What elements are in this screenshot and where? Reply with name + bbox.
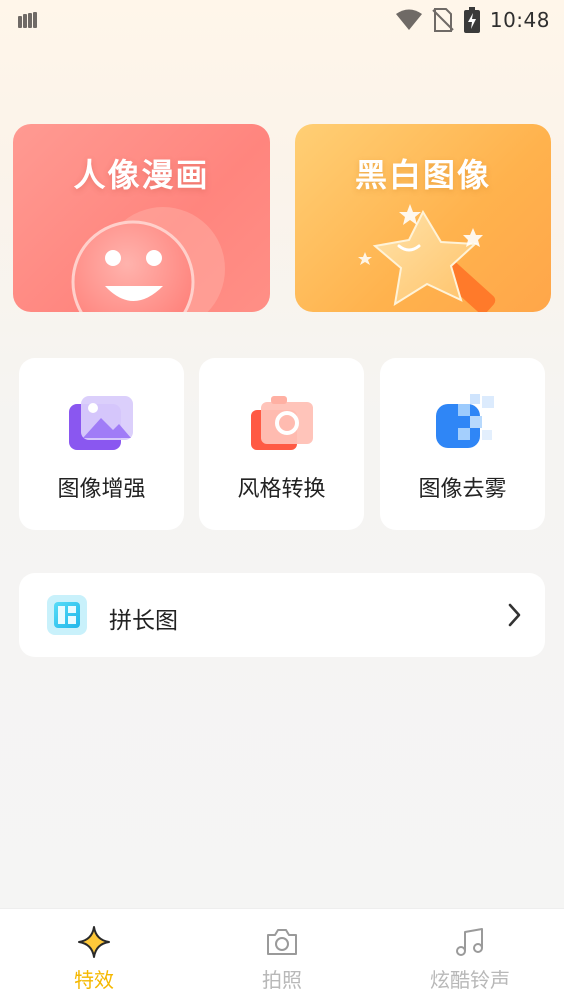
black-white-title: 黑白图像: [354, 156, 491, 194]
portrait-comic-title: 人像漫画: [73, 156, 210, 194]
nav-effects[interactable]: 特效: [0, 909, 188, 1002]
collage-icon: [47, 595, 87, 635]
wifi-icon: [395, 9, 422, 30]
image-enhance-tile[interactable]: 图像增强: [19, 358, 184, 530]
camera-style-icon: [250, 396, 313, 450]
long-image-label: 拼长图: [109, 608, 178, 634]
nav-photo-label: 拍照: [262, 968, 302, 992]
nav-effects-label: 特效: [74, 968, 114, 992]
nav-ringtones[interactable]: 炫酷铃声: [376, 909, 564, 1002]
image-enhance-icon: [68, 396, 133, 450]
portrait-comic-card[interactable]: 人像漫画: [13, 124, 270, 312]
image-enhance-label: 图像增强: [57, 477, 146, 502]
sim-card-icon: [18, 12, 38, 28]
dehaze-icon: [435, 394, 494, 448]
battery-charging-icon: [463, 7, 480, 33]
style-transfer-tile[interactable]: 风格转换: [199, 358, 364, 530]
bottom-nav: 特效 拍照 炫酷铃声: [0, 908, 564, 1002]
status-time: 10:48: [489, 8, 550, 32]
style-transfer-label: 风格转换: [237, 477, 326, 502]
image-dehaze-tile[interactable]: 图像去雾: [380, 358, 545, 530]
nav-ringtones-label: 炫酷铃声: [430, 968, 510, 992]
camera-icon: [267, 929, 297, 955]
black-white-card[interactable]: 黑白图像: [295, 124, 551, 312]
long-image-row[interactable]: 拼长图: [19, 573, 545, 657]
status-bar: 10:48: [0, 0, 564, 40]
chevron-right-icon: [508, 603, 521, 627]
music-note-icon: [456, 928, 483, 956]
no-sim-icon: [432, 8, 454, 32]
image-dehaze-label: 图像去雾: [418, 477, 507, 502]
nav-photo[interactable]: 拍照: [188, 909, 376, 1002]
sparkle-icon: [78, 926, 110, 958]
